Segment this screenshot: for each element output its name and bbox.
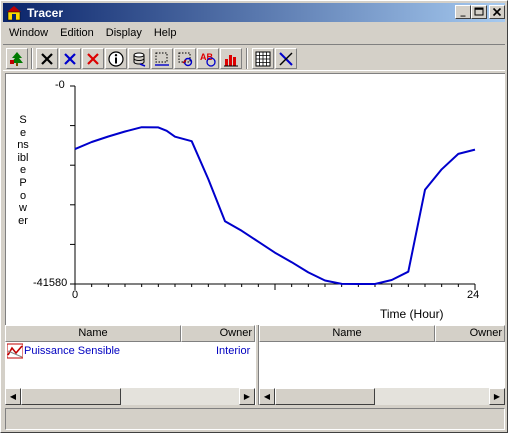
alarm-icon[interactable]: AB (197, 48, 219, 69)
right-series-list[interactable]: Name Owner ◀ ▶ (259, 325, 505, 405)
tree-icon[interactable] (6, 48, 28, 69)
series-lists: Name Owner Puissance Sensible Interior ◀… (5, 325, 505, 405)
right-horizontal-scrollbar[interactable]: ◀ ▶ (259, 388, 505, 405)
grid-icon[interactable] (252, 48, 274, 69)
maximize-icon[interactable] (471, 5, 487, 19)
database-icon[interactable] (128, 48, 150, 69)
chart-area: Sensible Power -0 -41580 0 24 Time (Hour… (5, 73, 505, 325)
menu-bar: Window Edition Display Help (3, 23, 505, 42)
window-title: Tracer (27, 5, 64, 20)
column-header-name[interactable]: Name (5, 325, 181, 342)
left-series-list[interactable]: Name Owner Puissance Sensible Interior ◀… (5, 325, 255, 405)
x-tick-label-right: 24 (467, 289, 480, 301)
close-icon[interactable] (489, 5, 505, 19)
toolbar-separator (246, 48, 248, 69)
scroll-right-icon[interactable]: ▶ (239, 388, 255, 405)
chart-axes (74, 86, 475, 285)
scroll-thumb[interactable] (21, 388, 121, 405)
scroll-left-icon[interactable]: ◀ (5, 388, 21, 405)
zoom-curve-icon[interactable] (174, 48, 196, 69)
menu-help[interactable]: Help (148, 27, 183, 39)
list-item-name[interactable]: Puissance Sensible (24, 345, 120, 357)
toolbar-separator (31, 48, 33, 69)
scroll-right-icon[interactable]: ▶ (489, 388, 505, 405)
column-header-owner[interactable]: Owner (181, 325, 255, 342)
curve-icon (6, 343, 24, 359)
y-axis-label: Sensible Power (17, 114, 29, 227)
tracer-window: Tracer _ Window Edition Display Help AB … (0, 0, 508, 433)
menu-edition[interactable]: Edition (54, 27, 100, 39)
menu-window[interactable]: Window (3, 27, 54, 39)
chart-ticks (70, 85, 476, 290)
bar-chart-icon[interactable] (220, 48, 242, 69)
x-axis-label: Time (Hour) (380, 307, 444, 321)
column-header-owner[interactable]: Owner (435, 325, 505, 342)
menu-display[interactable]: Display (100, 27, 148, 39)
y-tick-label-bottom: -41580 (33, 277, 68, 289)
scroll-left-icon[interactable]: ◀ (259, 388, 275, 405)
status-bar (5, 408, 505, 430)
column-header-name[interactable]: Name (259, 325, 435, 342)
list-item-owner[interactable]: Interior (216, 345, 250, 357)
info-icon[interactable] (105, 48, 127, 69)
toolbar: AB (3, 44, 505, 71)
app-icon (6, 5, 22, 21)
minimize-icon[interactable]: _ (455, 5, 471, 19)
delete-black-icon[interactable] (36, 48, 58, 69)
crosshair-icon[interactable] (275, 48, 297, 69)
chart-series (74, 126, 476, 285)
title-bar[interactable]: Tracer _ (3, 3, 505, 22)
y-tick-label-top: -0 (55, 79, 65, 91)
delete-blue-icon[interactable] (59, 48, 81, 69)
scroll-thumb[interactable] (275, 388, 375, 405)
chart-svg (70, 85, 476, 290)
delete-red-icon[interactable] (82, 48, 104, 69)
series-line (74, 126, 476, 285)
x-tick-label-left: 0 (72, 289, 79, 301)
left-horizontal-scrollbar[interactable]: ◀ ▶ (5, 388, 255, 405)
zoom-region-icon[interactable] (151, 48, 173, 69)
